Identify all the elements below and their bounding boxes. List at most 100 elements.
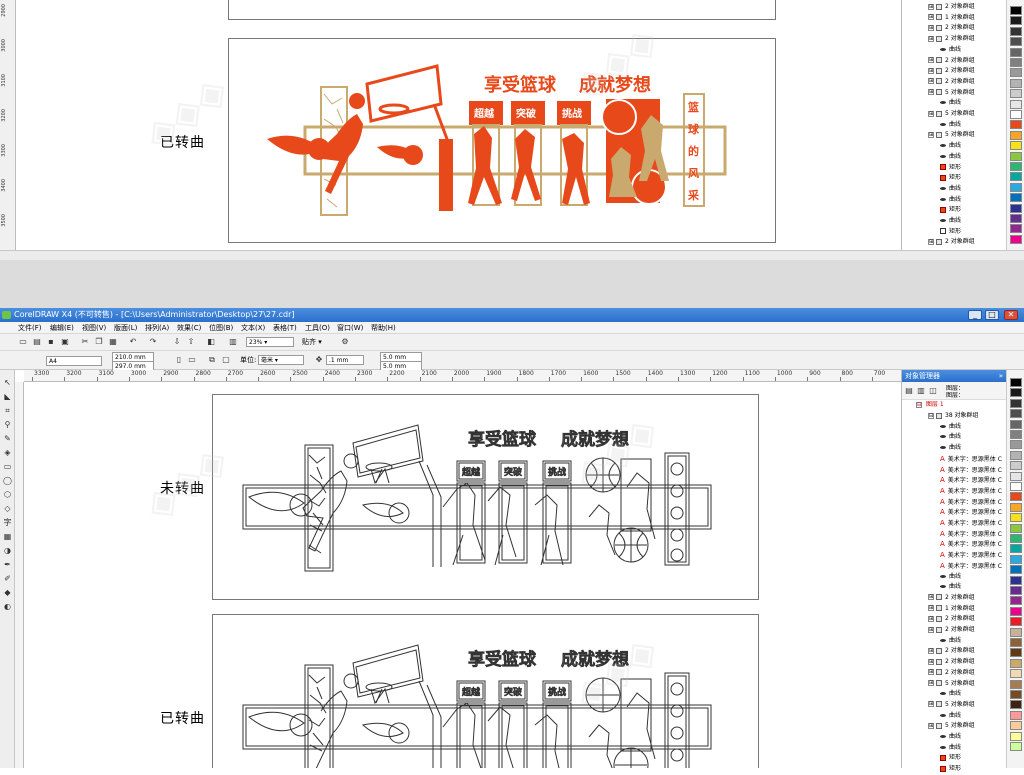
menu-table[interactable]: 表格(T) xyxy=(273,322,297,334)
color-swatch[interactable] xyxy=(1010,58,1022,67)
menu-layout[interactable]: 版面(L) xyxy=(114,322,137,334)
object-tree-row[interactable]: 曲线 xyxy=(902,422,1007,433)
redo-icon[interactable]: ↷ xyxy=(148,337,158,347)
save-icon[interactable]: ▪ xyxy=(46,337,56,347)
color-swatch[interactable] xyxy=(1010,627,1022,637)
expander-icon[interactable]: ⊞ xyxy=(928,24,934,31)
expander-icon[interactable]: ⊞ xyxy=(928,647,934,654)
page-frame-unconverted[interactable]: 享受篮球 成就梦想 超越 突破 挑战 xyxy=(212,394,759,600)
show-properties-icon[interactable]: ▤ xyxy=(904,386,914,396)
color-swatch[interactable] xyxy=(1010,68,1022,78)
ellipse-tool-icon[interactable]: ◯ xyxy=(2,476,13,486)
object-tree-row[interactable]: 曲线 xyxy=(902,689,1007,700)
new-icon[interactable]: ▭ xyxy=(18,337,28,347)
menu-arrange[interactable]: 排列(A) xyxy=(145,322,169,334)
color-swatch[interactable] xyxy=(1010,419,1022,429)
paper-size-select[interactable]: A4 xyxy=(46,356,102,366)
color-swatch[interactable] xyxy=(1010,596,1022,606)
options-icon[interactable]: ⚙ xyxy=(340,337,350,347)
expander-icon[interactable]: ⊞ xyxy=(928,67,934,74)
object-tree-row[interactable]: A 美术字：思源黑体 C xyxy=(902,529,1007,540)
color-swatch[interactable] xyxy=(1010,214,1022,223)
color-swatch[interactable] xyxy=(1010,565,1022,575)
object-tree-row[interactable]: 曲线 xyxy=(902,443,1007,454)
all-pages-icon[interactable]: ⧉ xyxy=(207,355,217,365)
object-tree-row[interactable]: 曲线 xyxy=(902,432,1007,443)
object-tree-row[interactable]: 矩形 xyxy=(902,163,1007,174)
menu-bitmaps[interactable]: 位图(B) xyxy=(209,322,233,334)
welcome-icon[interactable]: ▥ xyxy=(228,337,238,347)
color-swatch[interactable] xyxy=(1010,110,1022,119)
object-tree-row[interactable]: A 美术字：思源黑体 C xyxy=(902,486,1007,497)
expander-icon[interactable]: ⊞ xyxy=(928,14,934,21)
color-swatch[interactable] xyxy=(1010,234,1022,244)
layer-manager-icon[interactable]: ◫ xyxy=(928,386,938,396)
undo-icon[interactable]: ↶ xyxy=(128,337,138,347)
object-tree-row[interactable]: A 美术字：思源黑体 C xyxy=(902,539,1007,550)
object-tree-row[interactable]: ⊞ 2 对象群组 xyxy=(902,23,1007,34)
edit-across-layers-icon[interactable]: ▥ xyxy=(916,386,926,396)
expander-icon[interactable]: ⊞ xyxy=(928,605,934,612)
color-swatch[interactable] xyxy=(1010,710,1022,720)
expander-icon[interactable]: ⊞ xyxy=(928,615,934,622)
object-tree-row[interactable]: ⊞ 5 对象群组 xyxy=(902,721,1007,732)
expander-icon[interactable]: ⊞ xyxy=(928,626,934,633)
color-swatch[interactable] xyxy=(1010,544,1022,554)
object-tree-row[interactable]: 曲线 xyxy=(902,743,1007,754)
import-icon[interactable]: ⇩ xyxy=(172,337,182,347)
object-tree-row[interactable]: 矩形 xyxy=(902,753,1007,764)
object-tree-row[interactable]: A 美术字：思源黑体 C xyxy=(902,454,1007,465)
color-swatch[interactable] xyxy=(1010,586,1022,595)
object-tree-row[interactable]: 曲线 xyxy=(902,98,1007,109)
interactive-tool-icon[interactable]: ◑ xyxy=(2,546,13,556)
object-tree-row[interactable]: ⊞ 2 对象群组 xyxy=(902,34,1007,45)
color-swatch[interactable] xyxy=(1010,47,1022,57)
smart-fill-icon[interactable]: ◈ xyxy=(2,448,13,458)
outline-tool-icon[interactable]: ✐ xyxy=(2,574,13,584)
color-swatch[interactable] xyxy=(1010,182,1022,192)
launcher-icon[interactable]: ◧ xyxy=(206,337,216,347)
maximize-button[interactable]: □ xyxy=(985,310,999,320)
color-swatch[interactable] xyxy=(1010,130,1022,140)
color-swatch[interactable] xyxy=(1010,378,1022,387)
color-swatch[interactable] xyxy=(1010,193,1022,203)
object-tree-row[interactable]: ⊞ 5 对象群组 xyxy=(902,679,1007,690)
object-tree-row[interactable]: 曲线 xyxy=(902,141,1007,152)
object-tree-row[interactable]: 曲线 xyxy=(902,120,1007,131)
color-swatch[interactable] xyxy=(1010,99,1022,109)
pick-tool-icon[interactable]: ↖ xyxy=(2,378,13,388)
table-tool-icon[interactable]: ▦ xyxy=(2,532,13,542)
color-swatch[interactable] xyxy=(1010,690,1022,699)
object-tree-row[interactable]: 曲线 xyxy=(902,45,1007,56)
polygon-tool-icon[interactable]: ⬡ xyxy=(2,490,13,500)
color-swatch[interactable] xyxy=(1010,398,1022,408)
expander-icon[interactable]: ⊞ xyxy=(928,669,934,676)
color-swatch[interactable] xyxy=(1010,731,1022,741)
color-swatch[interactable] xyxy=(1010,700,1022,710)
color-swatch[interactable] xyxy=(1010,502,1022,512)
object-tree-row[interactable]: ⊞ 2 对象群组 xyxy=(902,625,1007,636)
object-tree-row[interactable]: A 美术字：思源黑体 C xyxy=(902,550,1007,561)
object-tree-row[interactable]: ⊞ 5 对象群组 xyxy=(902,109,1007,120)
nudge-field[interactable]: .1 mm xyxy=(326,355,364,365)
color-swatch[interactable] xyxy=(1010,120,1022,130)
expander-icon[interactable]: ⊞ xyxy=(928,89,934,96)
color-swatch[interactable] xyxy=(1010,648,1022,658)
object-tree-row[interactable]: ⊞ 2 对象群组 xyxy=(902,2,1007,13)
color-swatch[interactable] xyxy=(1010,440,1022,450)
object-tree-row[interactable]: ⊞ 2 对象群组 xyxy=(902,657,1007,668)
object-tree-row[interactable]: ⊞ 1 对象群组 xyxy=(902,604,1007,615)
minimize-button[interactable]: _ xyxy=(968,310,982,320)
expander-icon[interactable]: ⊟ xyxy=(916,401,922,408)
object-tree-row[interactable]: ⊞ 2 对象群组 xyxy=(902,66,1007,77)
menu-tools[interactable]: 工具(O) xyxy=(305,322,330,334)
object-tree-row[interactable]: ⊞ 2 对象群组 xyxy=(902,614,1007,625)
color-swatch[interactable] xyxy=(1010,492,1022,502)
object-tree-row[interactable]: ⊞ 5 对象群组 xyxy=(902,700,1007,711)
object-tree-row[interactable]: 曲线 xyxy=(902,195,1007,206)
object-tree-row[interactable]: A 美术字：思源黑体 C xyxy=(902,507,1007,518)
menu-view[interactable]: 视图(V) xyxy=(82,322,106,334)
shape-tool-icon[interactable]: ◣ xyxy=(2,392,13,402)
object-tree-row[interactable]: 曲线 xyxy=(902,711,1007,722)
object-tree-row[interactable]: 曲线 xyxy=(902,152,1007,163)
